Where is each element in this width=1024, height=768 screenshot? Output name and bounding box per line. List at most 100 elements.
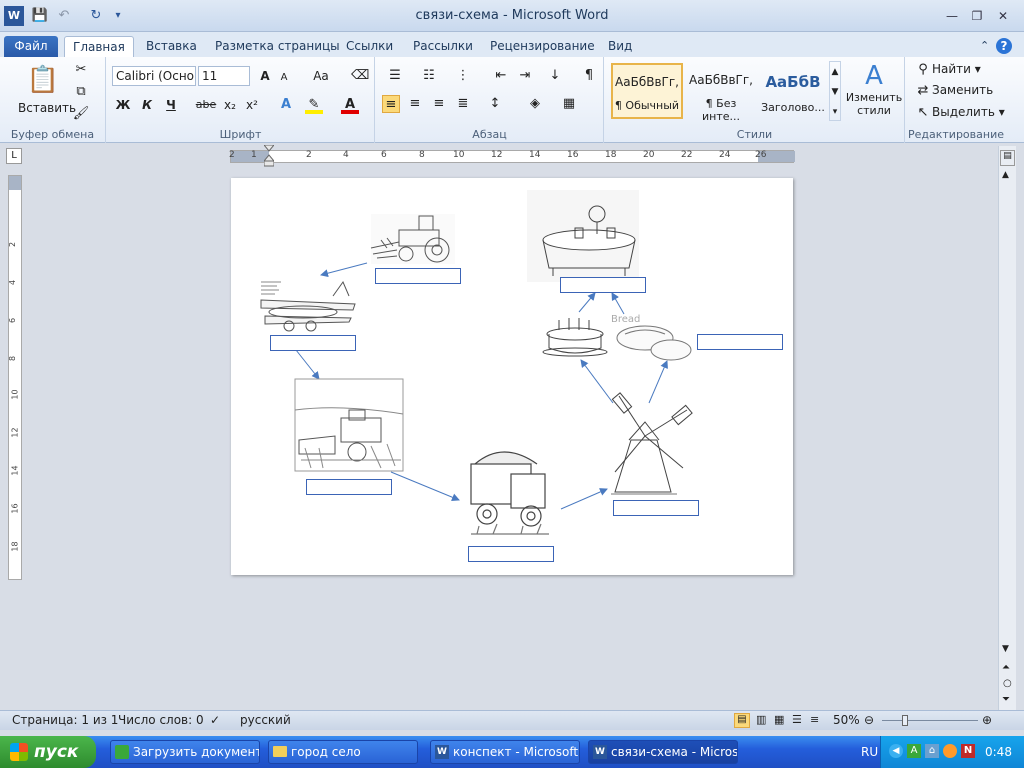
taskbar-item-folder[interactable]: город село [268,740,418,764]
style-no-spacing[interactable]: АаБбВвГг, ¶ Без инте... [685,63,757,123]
proofing-icon[interactable]: ✓ [210,713,220,727]
taskbar-item-svyazi[interactable]: Wсвязи-схема - Micros... [588,740,738,764]
shading-icon[interactable]: ◈ [526,95,544,113]
language[interactable]: русский [240,713,291,727]
minimize-button[interactable]: — [941,8,963,24]
label-box-table[interactable] [560,277,646,293]
zoom-slider-thumb[interactable] [902,715,908,726]
label-box-tractor[interactable] [375,268,461,284]
tab-home[interactable]: Главная [64,36,134,57]
indent-marker-icon[interactable] [262,144,276,167]
tractor-image[interactable] [370,214,455,264]
change-styles-button[interactable]: A Изменить стили [845,61,903,123]
cake-image[interactable] [542,318,608,357]
draft-icon[interactable]: ≡ [810,713,819,726]
label-box-airplane[interactable] [270,335,356,351]
strikethrough-button[interactable]: abe [195,96,217,114]
numbering-icon[interactable]: ☷ [420,67,438,85]
show-marks-icon[interactable]: ¶ [580,67,598,85]
font-size-field[interactable]: 11 [198,66,250,86]
horizontal-ruler[interactable]: 2 1 2 4 6 8 10 12 14 16 18 20 22 24 26 [229,144,795,167]
italic-button[interactable]: К [139,96,155,114]
harvester-image[interactable] [294,378,404,472]
format-painter-icon[interactable]: 🖌 [72,105,90,123]
tab-review[interactable]: Рецензирование [482,36,603,57]
label-box-bread[interactable] [697,334,783,350]
previous-page-icon[interactable]: ⏶ [1002,662,1010,673]
vertical-ruler[interactable]: 2 4 6 8 10 12 14 16 18 [8,175,22,580]
airplane-image[interactable] [260,280,356,332]
page-count[interactable]: Страница: 1 из 1 [12,713,118,727]
word-count[interactable]: Число слов: 0 [118,713,204,727]
clear-formatting-icon[interactable]: ⌫ [351,67,369,85]
scroll-down-icon[interactable]: ▼ [1002,644,1009,654]
taskbar-item-upload[interactable]: Загрузить документ... [110,740,260,764]
label-box-windmill[interactable] [613,500,699,516]
browser-icon[interactable] [943,744,957,758]
help-icon[interactable]: ? [988,36,1020,57]
next-page-icon[interactable]: ⏷ [1002,694,1010,705]
vertical-scrollbar[interactable]: ▤ ▲ ▼ ⏶ ○ ⏷ [998,146,1016,710]
style-normal[interactable]: АаБбВвГг, ¶ Обычный [611,63,683,119]
increase-indent-icon[interactable]: ⇥ [516,67,534,85]
multilevel-list-icon[interactable]: ⋮ [454,67,472,85]
windmill-image[interactable] [611,392,693,495]
document-page[interactable]: Bread [231,178,793,575]
styles-scroll-icon[interactable]: ▲ ▼ ▾ [829,61,841,121]
align-right-icon[interactable]: ≡ [430,95,448,113]
text-effects-icon[interactable]: A [277,96,295,114]
zoom-in-icon[interactable]: ⊕ [982,713,992,727]
superscript-button[interactable]: x² [243,96,261,114]
web-layout-icon[interactable]: ▦ [774,713,784,726]
decrease-indent-icon[interactable]: ⇤ [492,67,510,85]
tab-mailings[interactable]: Рассылки [405,36,481,57]
zoom-level[interactable]: 50% [833,713,860,727]
change-case-button[interactable]: Aa [310,67,332,85]
tab-page-layout[interactable]: Разметка страницы [207,36,348,57]
tab-references[interactable]: Ссылки [338,36,401,57]
tray-app-icon[interactable]: A [907,744,921,758]
sort-icon[interactable]: ↓ [546,67,564,85]
full-screen-icon[interactable]: ▥ [756,713,766,726]
cut-icon[interactable]: ✂ [72,61,90,79]
table-image[interactable] [527,190,639,282]
borders-icon[interactable]: ▦ [560,95,578,113]
restore-button[interactable]: ❐ [966,8,988,24]
subscript-button[interactable]: x₂ [221,96,239,114]
align-center-icon[interactable]: ≡ [406,95,424,113]
view-ruler-icon[interactable]: ▤ [1000,150,1015,166]
grow-font-button[interactable]: A [257,67,273,85]
bread-image[interactable]: Bread [611,314,692,361]
find-button[interactable]: ⚲ Найти ▾ [914,60,981,79]
tab-file[interactable]: Файл [4,36,58,57]
scroll-up-icon[interactable]: ▲ [1002,170,1009,180]
font-name-field[interactable]: Calibri (Осно [112,66,196,86]
start-button[interactable]: пуск [0,736,96,768]
align-left-icon[interactable]: ≡ [382,95,400,113]
tray-arrow-icon[interactable]: ◀ [889,744,903,758]
tab-selector-icon[interactable]: L [6,148,22,164]
shrink-font-button[interactable]: A [277,69,291,87]
bold-button[interactable]: Ж [115,96,131,114]
copy-icon[interactable]: ⧉ [72,83,90,101]
highlight-icon[interactable]: ✎ [305,96,323,114]
clock[interactable]: 0:48 [985,745,1012,759]
underline-button[interactable]: Ч [163,96,179,114]
replace-button[interactable]: ⇄ Заменить [914,81,994,100]
language-indicator[interactable]: RU [861,745,878,759]
justify-icon[interactable]: ≣ [454,95,472,113]
font-color-icon[interactable]: A [341,96,359,114]
outline-icon[interactable]: ☰ [792,713,802,726]
truck-image[interactable] [470,451,549,535]
style-heading[interactable]: АаБбВ Заголово... [757,63,829,119]
label-box-harvester[interactable] [306,479,392,495]
taskbar-item-konspekt[interactable]: Wконспект - Microsoft ... [430,740,580,764]
onenote-icon[interactable]: N [961,744,975,758]
label-box-truck[interactable] [468,546,554,562]
tab-view[interactable]: Вид [600,36,640,57]
close-button[interactable]: ✕ [992,8,1014,24]
line-spacing-icon[interactable]: ↕ [486,95,504,113]
bullets-icon[interactable]: ☰ [386,67,404,85]
print-layout-icon[interactable]: ▤ [734,713,750,728]
zoom-slider[interactable] [882,720,978,721]
